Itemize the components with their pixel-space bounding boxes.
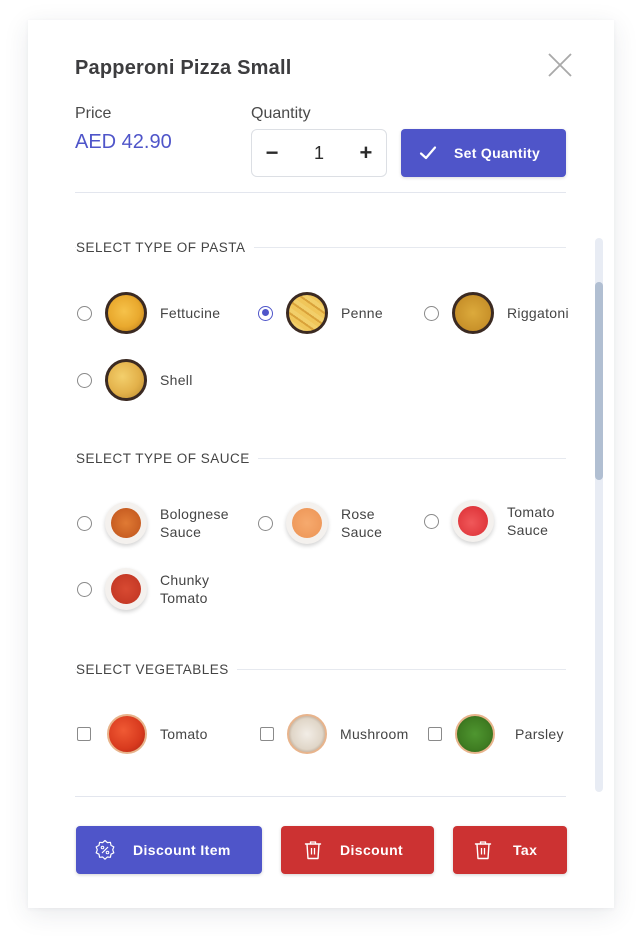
radio-bolognese-sauce[interactable] (77, 515, 92, 531)
set-quantity-button[interactable]: Set Quantity (401, 129, 566, 177)
trash-icon (304, 841, 322, 860)
discount-item-label: Discount Item (133, 842, 231, 858)
shell-image (105, 359, 147, 401)
riggatoni-image (452, 292, 494, 334)
quantity-value[interactable]: 1 (314, 143, 324, 164)
scrollbar-thumb[interactable] (595, 282, 603, 480)
mushroom-image (287, 714, 327, 754)
option-rose-sauce[interactable]: Rose Sauce (258, 502, 382, 544)
bolognese-sauce-image (105, 502, 147, 544)
header-divider (75, 192, 566, 193)
tomato-sauce-image (452, 500, 494, 542)
quantity-stepper: − 1 + (251, 129, 387, 177)
product-options-dialog: Papperoni Pizza Small Price AED 42.90 Qu… (28, 20, 614, 908)
option-penne[interactable]: Penne (258, 292, 383, 334)
option-fettucine[interactable]: Fettucine (77, 292, 220, 334)
rose-sauce-image (286, 502, 328, 544)
option-shell[interactable]: Shell (77, 359, 193, 401)
section-title: SELECT VEGETABLES (76, 662, 237, 677)
chunky-tomato-image (105, 568, 147, 610)
quantity-label: Quantity (251, 105, 311, 122)
tax-label: Tax (513, 842, 538, 858)
option-tomato[interactable]: Tomato (77, 714, 208, 754)
discount-badge-icon (95, 839, 115, 860)
section-vegetables: SELECT VEGETABLES Tomato Mushroom Parsle… (75, 662, 566, 754)
close-icon (548, 53, 572, 77)
discount-button[interactable]: Discount (281, 826, 434, 874)
price-value: AED 42.90 (75, 131, 172, 153)
option-label: Rose Sauce (341, 506, 383, 540)
fettucine-image (105, 292, 147, 334)
discount-item-button[interactable]: Discount Item (76, 826, 262, 874)
option-label: Tomato (160, 726, 208, 742)
trash-icon (474, 841, 492, 860)
option-label: Parsley (515, 726, 564, 742)
option-tomato-sauce[interactable]: Tomato Sauce (424, 500, 555, 542)
footer-divider (75, 796, 566, 797)
option-label: Mushroom (340, 726, 409, 742)
options-scroll-area: SELECT TYPE OF PASTA Fettucine Penne Rig… (75, 220, 569, 795)
checkbox-parsley[interactable] (428, 727, 442, 741)
option-label: Riggatoni (507, 305, 569, 321)
discount-label: Discount (340, 842, 404, 858)
section-title: SELECT TYPE OF PASTA (76, 240, 254, 255)
section-sauce: SELECT TYPE OF SAUCE Bolognese Sauce Ros… (75, 451, 566, 610)
radio-rose-sauce[interactable] (258, 515, 273, 531)
option-label: Bolognese Sauce (160, 506, 229, 540)
radio-riggatoni[interactable] (424, 305, 439, 321)
radio-shell[interactable] (77, 372, 92, 388)
set-quantity-label: Set Quantity (454, 145, 541, 161)
increment-button[interactable]: + (346, 130, 386, 176)
scrollbar[interactable] (595, 238, 603, 792)
close-button[interactable] (547, 52, 573, 78)
option-bolognese-sauce[interactable]: Bolognese Sauce (77, 502, 229, 544)
option-label: Chunky Tomato (160, 572, 210, 606)
checkbox-tomato[interactable] (77, 727, 91, 741)
decrement-button[interactable]: − (252, 130, 292, 176)
radio-penne[interactable] (258, 305, 273, 321)
penne-image (286, 292, 328, 334)
radio-chunky-tomato[interactable] (77, 581, 92, 597)
dialog-title: Papperoni Pizza Small (75, 57, 292, 79)
section-pasta: SELECT TYPE OF PASTA Fettucine Penne Rig… (75, 240, 569, 401)
tomato-image (107, 714, 147, 754)
option-label: Fettucine (160, 305, 221, 321)
option-chunky-tomato[interactable]: Chunky Tomato (77, 568, 209, 610)
option-label: Shell (160, 372, 193, 388)
section-title: SELECT TYPE OF SAUCE (76, 451, 258, 466)
option-parsley[interactable]: Parsley (428, 714, 564, 754)
tax-button[interactable]: Tax (453, 826, 567, 874)
option-mushroom[interactable]: Mushroom (260, 714, 409, 754)
parsley-image (455, 714, 495, 754)
check-icon (419, 146, 437, 160)
radio-fettucine[interactable] (77, 305, 92, 321)
option-label: Penne (341, 305, 383, 321)
radio-tomato-sauce[interactable] (424, 513, 439, 529)
option-riggatoni[interactable]: Riggatoni (424, 292, 569, 334)
price-label: Price (75, 105, 112, 122)
option-label: Tomato Sauce (507, 504, 555, 538)
checkbox-mushroom[interactable] (260, 727, 274, 741)
